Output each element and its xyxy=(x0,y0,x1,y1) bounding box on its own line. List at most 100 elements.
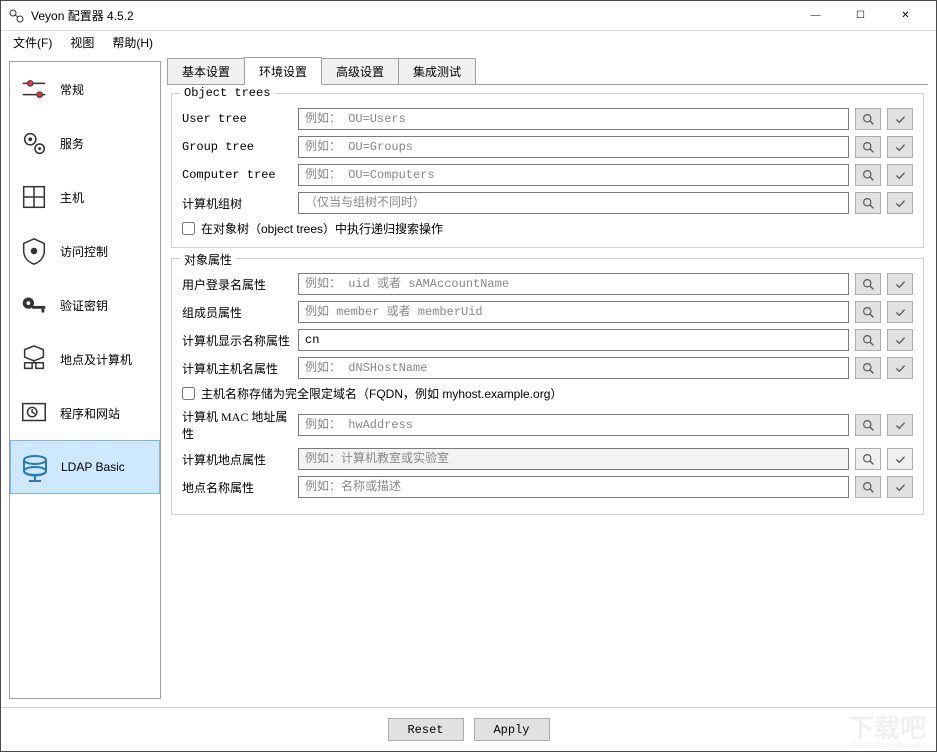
row-label: 计算机地点属性 xyxy=(182,451,292,468)
ldap-icon xyxy=(19,451,51,483)
content: 基本设置环境设置高级设置集成测试 Object trees User tree G… xyxy=(167,61,928,699)
form-row: 用户登录名属性 xyxy=(182,273,913,295)
search-icon-button[interactable] xyxy=(855,329,881,351)
titlebar: Veyon 配置器 4.5.2 — ☐ ✕ xyxy=(1,1,936,31)
sidebar-item-label: 服务 xyxy=(60,135,84,152)
sidebar-item-3[interactable]: 访问控制 xyxy=(10,224,160,278)
reset-button[interactable]: Reset xyxy=(388,718,464,741)
sidebar-item-1[interactable]: 服务 xyxy=(10,116,160,170)
search-icon-button[interactable] xyxy=(855,164,881,186)
minimize-button[interactable]: — xyxy=(793,1,838,30)
sidebar-item-2[interactable]: 主机 xyxy=(10,170,160,224)
tabs: 基本设置环境设置高级设置集成测试 xyxy=(167,61,928,85)
row-input xyxy=(298,448,849,470)
row-label: 计算机主机名属性 xyxy=(182,360,292,377)
footer: Reset Apply xyxy=(1,707,936,751)
window-title: Veyon 配置器 4.5.2 xyxy=(31,7,793,24)
row-input[interactable] xyxy=(298,329,849,351)
row-label: 计算机 MAC 地址属性 xyxy=(182,408,292,442)
tab-2[interactable]: 高级设置 xyxy=(321,58,399,84)
row-input[interactable] xyxy=(298,476,849,498)
search-icon-button[interactable] xyxy=(855,301,881,323)
row-label: 用户登录名属性 xyxy=(182,276,292,293)
row-input[interactable] xyxy=(298,357,849,379)
check-icon-button[interactable] xyxy=(887,164,913,186)
row-label: User tree xyxy=(182,112,292,126)
row-input[interactable] xyxy=(298,108,849,130)
maximize-button[interactable]: ☐ xyxy=(838,1,883,30)
sidebar-item-0[interactable]: 常规 xyxy=(10,62,160,116)
menu-file[interactable]: 文件(F) xyxy=(5,32,60,53)
search-icon-button[interactable] xyxy=(855,192,881,214)
search-icon-button[interactable] xyxy=(855,136,881,158)
row-input[interactable] xyxy=(298,414,849,436)
recursive-search-label: 在对象树（object trees）中执行递归搜索操作 xyxy=(201,220,443,237)
check-icon-button[interactable] xyxy=(887,476,913,498)
form-row: Group tree xyxy=(182,136,913,158)
check-icon-button[interactable] xyxy=(887,273,913,295)
search-icon-button xyxy=(855,448,881,470)
form-row: 计算机地点属性 xyxy=(182,448,913,470)
close-button[interactable]: ✕ xyxy=(883,1,928,30)
row-input[interactable] xyxy=(298,301,849,323)
gears-icon xyxy=(18,127,50,159)
tab-3[interactable]: 集成测试 xyxy=(398,58,476,84)
check-icon-button[interactable] xyxy=(887,136,913,158)
check-icon-button[interactable] xyxy=(887,301,913,323)
sidebar-item-label: LDAP Basic xyxy=(61,460,125,474)
row-input[interactable] xyxy=(298,136,849,158)
search-icon-button[interactable] xyxy=(855,273,881,295)
menubar: 文件(F) 视图 帮助(H) xyxy=(1,31,936,53)
group-object-trees: Object trees User treeGroup treeComputer… xyxy=(171,93,924,248)
tab-0[interactable]: 基本设置 xyxy=(167,58,245,84)
tabpage-environment: Object trees User tree Group tree Computer… xyxy=(167,85,928,699)
row-label: 地点名称属性 xyxy=(182,479,292,496)
row-label: Computer tree xyxy=(182,168,292,182)
sidebar-item-label: 主机 xyxy=(60,189,84,206)
key-icon xyxy=(18,289,50,321)
sidebar-item-4[interactable]: 验证密钥 xyxy=(10,278,160,332)
search-icon-button[interactable] xyxy=(855,476,881,498)
form-row: 计算机显示名称属性 xyxy=(182,329,913,351)
sidebar-item-label: 常规 xyxy=(60,81,84,98)
group-object-attrs: 对象属性 用户登录名属性组成员属性计算机显示名称属性计算机主机名属性 主机名称存… xyxy=(171,258,924,515)
form-row: 计算机 MAC 地址属性 xyxy=(182,408,913,442)
search-icon-button[interactable] xyxy=(855,357,881,379)
check-icon-button[interactable] xyxy=(887,192,913,214)
group-object-attrs-title: 对象属性 xyxy=(180,251,236,268)
grid-icon xyxy=(18,181,50,213)
form-row: 计算机主机名属性 xyxy=(182,357,913,379)
check-icon-button[interactable] xyxy=(887,414,913,436)
sidebar: 常规服务主机访问控制验证密钥地点及计算机程序和网站 LDAP Basic xyxy=(9,61,161,699)
search-icon-button[interactable] xyxy=(855,108,881,130)
row-label: 计算机显示名称属性 xyxy=(182,332,292,349)
recursive-search-checkbox[interactable] xyxy=(182,222,195,235)
sidebar-item-6[interactable]: 程序和网站 xyxy=(10,386,160,440)
check-icon-button[interactable] xyxy=(887,357,913,379)
shield-icon xyxy=(18,235,50,267)
apply-button[interactable]: Apply xyxy=(474,718,550,741)
sliders-icon xyxy=(18,73,50,105)
check-icon-button[interactable] xyxy=(887,329,913,351)
app-icon xyxy=(9,8,25,24)
sidebar-item-label: 程序和网站 xyxy=(60,405,120,422)
row-input[interactable] xyxy=(298,273,849,295)
row-input[interactable] xyxy=(298,192,849,214)
sidebar-item-7[interactable]: LDAP Basic xyxy=(10,440,160,494)
check-icon-button[interactable] xyxy=(887,108,913,130)
check-icon-button xyxy=(887,448,913,470)
fqdn-checkbox[interactable] xyxy=(182,387,195,400)
row-input[interactable] xyxy=(298,164,849,186)
search-icon-button[interactable] xyxy=(855,414,881,436)
group-object-trees-title: Object trees xyxy=(180,86,274,100)
menu-help[interactable]: 帮助(H) xyxy=(104,32,161,53)
menu-view[interactable]: 视图 xyxy=(62,32,102,53)
form-row: 组成员属性 xyxy=(182,301,913,323)
form-row: 计算机组树 xyxy=(182,192,913,214)
sidebar-item-label: 访问控制 xyxy=(60,243,108,260)
fqdn-label: 主机名称存储为完全限定域名（FQDN，例如 myhost.example.org… xyxy=(201,385,562,402)
form-row: User tree xyxy=(182,108,913,130)
sidebar-item-5[interactable]: 地点及计算机 xyxy=(10,332,160,386)
sidebar-item-label: 验证密钥 xyxy=(60,297,108,314)
tab-1[interactable]: 环境设置 xyxy=(244,57,322,85)
